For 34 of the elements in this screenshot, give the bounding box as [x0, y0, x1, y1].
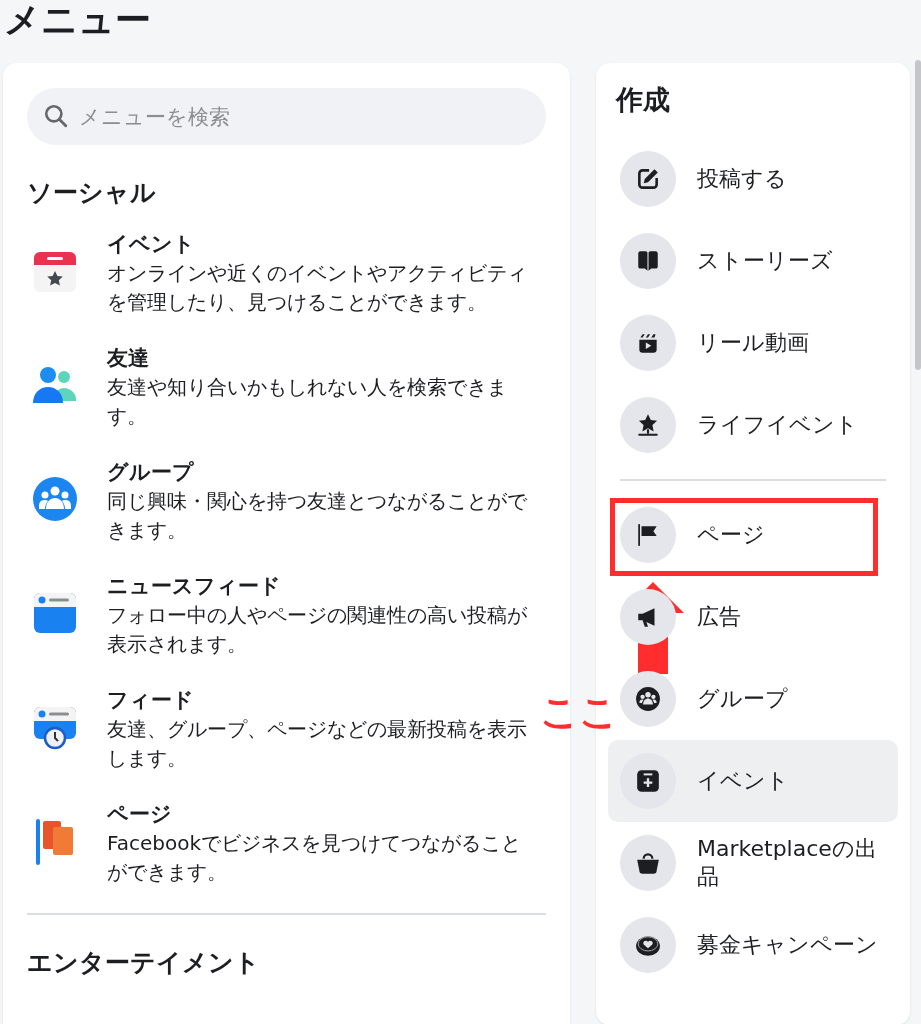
edit-icon [635, 166, 661, 192]
create-menu-item[interactable]: Marketplaceの出品 [608, 822, 898, 904]
item-description: オンラインや近くのイベントやアクティビティを管理したり、見つけることができます。 [107, 260, 528, 316]
create-menu-item[interactable]: 投稿する [608, 138, 898, 220]
item-description: 同じ興味・関心を持つ友達とつながることができます。 [107, 488, 528, 544]
create-menu-item[interactable]: 募金キャンペーン [608, 904, 898, 986]
item-title[interactable]: イベント [107, 229, 539, 259]
search-field[interactable]: メニューを検索 [27, 88, 546, 145]
item-description: フォロー中の人やページの関連性の高い投稿が表示されます。 [107, 602, 528, 658]
annotation-text: ここ [540, 690, 618, 734]
shopping-bag-icon [635, 850, 661, 876]
item-title[interactable]: ニュースフィード [107, 571, 539, 601]
create-menu-item[interactable]: ライフイベント [608, 384, 898, 466]
create-menu-item[interactable]: 広告 [608, 576, 898, 658]
star-stand-icon [635, 412, 661, 438]
section-heading: エンターテイメント [27, 947, 261, 979]
section-heading: 作成 [614, 83, 671, 117]
calendar-plus-icon [635, 768, 661, 794]
section-heading: ソーシャル [27, 177, 157, 209]
page-title: メニュー [3, 0, 152, 40]
item-title[interactable]: ページ [107, 799, 539, 829]
item-description: Facebookでビジネスを見つけてつながることができます。 [107, 830, 522, 886]
scrollbar-thumb[interactable] [915, 60, 921, 370]
create-menu-item[interactable]: ストーリーズ [608, 220, 898, 302]
search-icon [43, 103, 69, 129]
item-title[interactable]: フィード [107, 685, 539, 715]
item-title[interactable]: グループ [107, 457, 539, 487]
create-menu-item[interactable]: リール動画 [608, 302, 898, 384]
group-icon [31, 475, 79, 523]
create-menu-item[interactable]: イベント [608, 740, 898, 822]
item-description: 友達や知り合いかもしれない人を検索できます。 [107, 374, 508, 430]
item-description: 友達、グループ、ページなどの最新投稿を表示します。 [107, 716, 528, 772]
item-title[interactable]: 友達 [107, 343, 539, 373]
group-icon [635, 686, 661, 712]
